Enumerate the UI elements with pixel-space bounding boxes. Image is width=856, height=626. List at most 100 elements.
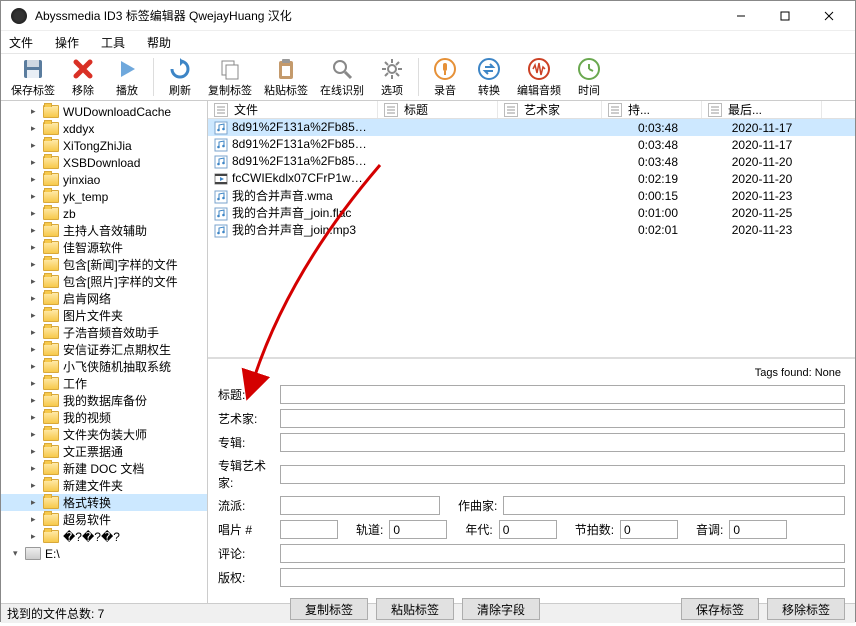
genre-field[interactable] [280, 496, 440, 515]
chevron-right-icon: ▸ [31, 531, 41, 542]
file-row[interactable]: 8d91%2F131a%2Fb854%...0:03:482020-11-17 [208, 119, 855, 136]
album-field[interactable] [280, 433, 845, 452]
tree-item[interactable]: ▸我的数据库备份 [1, 392, 207, 409]
edit-audio-button[interactable]: 编辑音频 [511, 55, 567, 100]
save-tags-button[interactable]: 保存标签 [681, 598, 759, 620]
file-row[interactable]: 我的合并声音_join.flac0:01:002020-11-25 [208, 204, 855, 221]
col-date[interactable]: 最后... [728, 101, 762, 118]
tree-item[interactable]: ▸主持人音效辅助 [1, 222, 207, 239]
convert-button[interactable]: 转换 [467, 55, 511, 100]
online-id-button[interactable]: 在线识别 [314, 55, 370, 100]
folder-icon [43, 428, 59, 441]
disc-field[interactable] [280, 520, 338, 539]
tree-item[interactable]: ▸格式转换 [1, 494, 207, 511]
options-button[interactable]: 选项 [370, 55, 414, 100]
tree-item-label: �?�?�? [63, 530, 120, 544]
remove-tags-button[interactable]: 移除标签 [767, 598, 845, 620]
tree-item[interactable]: ▸工作 [1, 375, 207, 392]
tree-item[interactable]: ▸新建文件夹 [1, 477, 207, 494]
gear-icon [380, 57, 404, 81]
tree-item[interactable]: ▸文正票据通 [1, 443, 207, 460]
remove-button[interactable]: 移除 [61, 55, 105, 100]
menu-help[interactable]: 帮助 [147, 34, 171, 51]
chevron-right-icon: ▸ [31, 225, 41, 236]
chevron-right-icon: ▸ [31, 140, 41, 151]
track-field[interactable] [389, 520, 447, 539]
folder-tree[interactable]: ▸WUDownloadCache▸xddyx▸XiTongZhiJia▸XSBD… [1, 101, 208, 603]
key-field[interactable] [729, 520, 787, 539]
comment-field[interactable] [280, 544, 845, 563]
col-file[interactable]: 文件 [234, 101, 258, 118]
tree-item[interactable]: ▸WUDownloadCache [1, 103, 207, 120]
tree-item-label: 新建 DOC 文档 [63, 460, 144, 477]
close-button[interactable] [807, 2, 851, 30]
composer-field[interactable] [503, 496, 845, 515]
artist-field[interactable] [280, 409, 845, 428]
copy-tags-button[interactable]: 复制标签 [290, 598, 368, 620]
tree-item[interactable]: ▸xddyx [1, 120, 207, 137]
file-row[interactable]: 我的合并声音.wma0:00:152020-11-23 [208, 187, 855, 204]
folder-icon [43, 292, 59, 305]
menu-tools[interactable]: 工具 [101, 34, 125, 51]
bpm-field[interactable] [620, 520, 678, 539]
col-artist[interactable]: 艺术家 [524, 101, 560, 118]
tree-item-label: yk_temp [63, 190, 108, 204]
tags-found-label: Tags found: None [218, 365, 845, 385]
refresh-button[interactable]: 刷新 [158, 55, 202, 100]
paste-tags-button[interactable]: 粘贴标签 [376, 598, 454, 620]
folder-icon [43, 496, 59, 509]
tree-item[interactable]: ▸XSBDownload [1, 154, 207, 171]
paste-icon [274, 57, 298, 81]
tree-item[interactable]: ▸佳智源软件 [1, 239, 207, 256]
tree-item[interactable]: ▸包含[新闻]字样的文件 [1, 256, 207, 273]
tree-item[interactable]: ▸yk_temp [1, 188, 207, 205]
chevron-right-icon: ▸ [31, 208, 41, 219]
folder-icon [43, 139, 59, 152]
tree-item[interactable]: ▸超易软件 [1, 511, 207, 528]
convert-icon [477, 57, 501, 81]
tree-item[interactable]: ▸文件夹伪装大师 [1, 426, 207, 443]
col-title[interactable]: 标题 [404, 101, 428, 118]
tree-item[interactable]: ▸子浩音频音效助手 [1, 324, 207, 341]
file-row[interactable]: fcCWIEkdlx07CFrP1wGk01...0:02:192020-11-… [208, 170, 855, 187]
tree-item[interactable]: ▸安信证券汇点期权生 [1, 341, 207, 358]
tree-item[interactable]: ▸启肯网络 [1, 290, 207, 307]
albumartist-field[interactable] [280, 465, 845, 484]
file-row[interactable]: 我的合并声音_join.mp30:02:012020-11-23 [208, 221, 855, 238]
tree-item[interactable]: ▸图片文件夹 [1, 307, 207, 324]
play-button[interactable]: 播放 [105, 55, 149, 100]
record-button[interactable]: 录音 [423, 55, 467, 100]
audio-icon [214, 155, 228, 169]
minimize-button[interactable] [719, 2, 763, 30]
copyright-field[interactable] [280, 568, 845, 587]
tree-item[interactable]: ▸我的视频 [1, 409, 207, 426]
col-duration[interactable]: 持... [628, 101, 650, 118]
file-row[interactable]: 8d91%2F131a%2Fb854%...0:03:482020-11-17 [208, 136, 855, 153]
tree-item[interactable]: ▸小飞侠随机抽取系统 [1, 358, 207, 375]
file-row[interactable]: 8d91%2F131a%2Fb854%...0:03:482020-11-20 [208, 153, 855, 170]
tree-item[interactable]: ▸ �?�?�? [1, 528, 207, 545]
app-icon [11, 8, 27, 24]
tree-item[interactable]: ▸XiTongZhiJia [1, 137, 207, 154]
tree-item[interactable]: ▸新建 DOC 文档 [1, 460, 207, 477]
disc-label: 唱片 # [218, 521, 280, 538]
tree-item[interactable]: ▸yinxiao [1, 171, 207, 188]
clear-fields-button[interactable]: 清除字段 [462, 598, 540, 620]
file-list[interactable]: 8d91%2F131a%2Fb854%...0:03:482020-11-178… [208, 119, 855, 357]
tree-item[interactable]: ▸zb [1, 205, 207, 222]
chevron-right-icon: ▸ [31, 310, 41, 321]
tree-item[interactable]: ▾E:\ [1, 545, 207, 562]
track-label: 轨道: [338, 521, 389, 538]
maximize-button[interactable] [763, 2, 807, 30]
time-button[interactable]: 时间 [567, 55, 611, 100]
menu-file[interactable]: 文件 [9, 34, 33, 51]
title-field[interactable] [280, 385, 845, 404]
menu-action[interactable]: 操作 [55, 34, 79, 51]
tree-item-label: 文正票据通 [63, 443, 123, 460]
copy-tags-button[interactable]: 复制标签 [202, 55, 258, 100]
tree-item[interactable]: ▸包含[照片]字样的文件 [1, 273, 207, 290]
year-field[interactable] [499, 520, 557, 539]
audio-icon [214, 190, 228, 204]
paste-tags-button[interactable]: 粘贴标签 [258, 55, 314, 100]
save-tags-button[interactable]: 保存标签 [5, 55, 61, 100]
